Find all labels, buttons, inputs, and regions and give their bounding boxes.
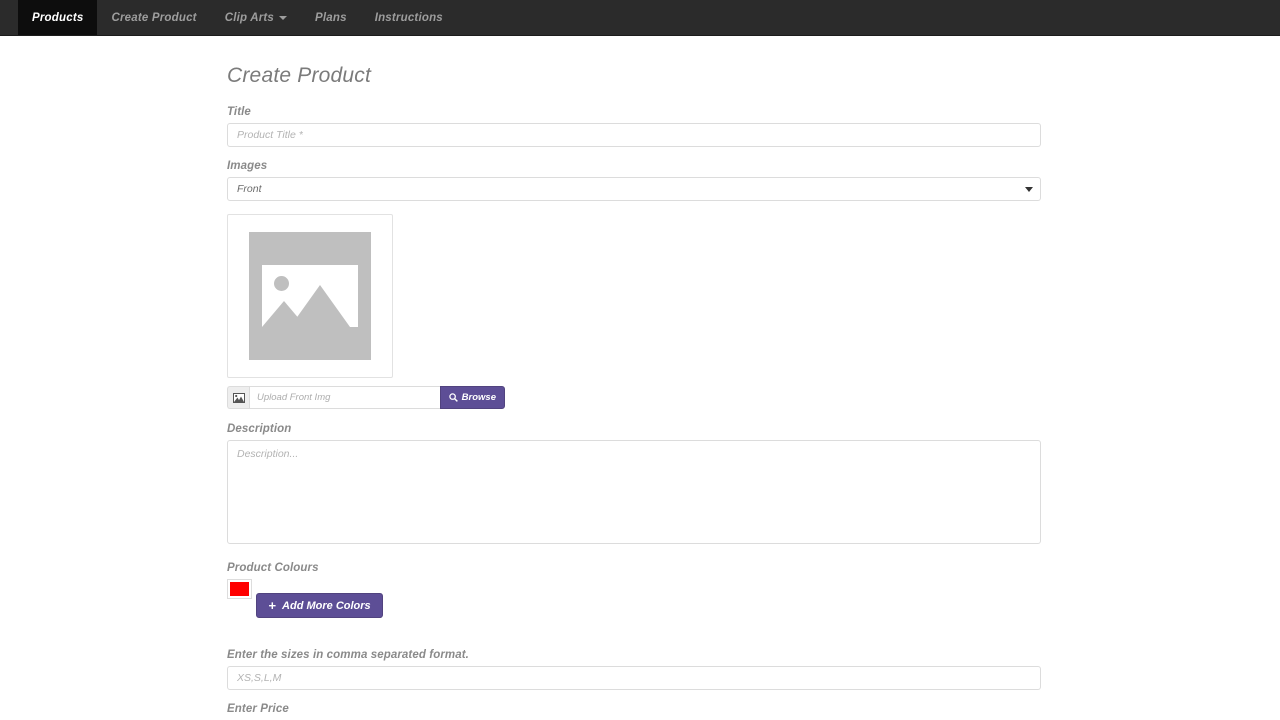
image-placeholder-inner	[262, 265, 358, 327]
main-navbar: Products Create Product Clip Arts Plans …	[0, 0, 1280, 36]
mountain-shape	[262, 283, 358, 327]
chevron-down-icon	[279, 16, 287, 20]
picture-icon-glyph	[233, 393, 245, 403]
upload-input-group: Browse	[227, 386, 505, 409]
images-select-value: Front	[237, 183, 262, 195]
picture-icon	[227, 386, 249, 409]
page-title: Create Product	[227, 64, 1041, 88]
description-textarea[interactable]	[227, 440, 1041, 544]
add-more-colors-button[interactable]: + Add More Colors	[256, 593, 382, 618]
product-colours-group: Product Colours + Add More Colors	[227, 562, 1041, 636]
browse-button[interactable]: Browse	[440, 386, 505, 409]
product-title-input[interactable]	[227, 123, 1041, 147]
product-colours-label: Product Colours	[227, 562, 1041, 574]
page-body: Create Product Title Images Front	[0, 36, 1280, 720]
images-label: Images	[227, 160, 1041, 172]
price-field-group: Enter Price	[227, 703, 1041, 720]
plus-icon: +	[268, 599, 276, 612]
price-label: Enter Price	[227, 703, 1041, 715]
upload-front-img-input[interactable]	[249, 386, 440, 409]
image-placeholder-icon	[249, 232, 371, 360]
colour-swatch[interactable]	[227, 579, 252, 599]
search-icon	[449, 393, 458, 402]
nav-label-products: Products	[32, 12, 83, 24]
nav-item-instructions[interactable]: Instructions	[361, 0, 457, 35]
nav-label-create-product: Create Product	[111, 12, 196, 24]
sizes-field-group: Enter the sizes in comma separated forma…	[227, 649, 1041, 690]
nav-label-instructions: Instructions	[375, 12, 443, 24]
sizes-input[interactable]	[227, 666, 1041, 690]
nav-item-clip-arts[interactable]: Clip Arts	[211, 0, 301, 35]
image-preview-box	[227, 214, 393, 378]
colour-swatch-fill	[230, 582, 249, 596]
nav-item-products[interactable]: Products	[18, 0, 97, 35]
nav-item-create-product[interactable]: Create Product	[97, 0, 210, 35]
sizes-label: Enter the sizes in comma separated forma…	[227, 649, 1041, 661]
images-field-group: Images Front	[227, 160, 1041, 201]
title-label: Title	[227, 106, 1041, 118]
description-label: Description	[227, 423, 1041, 435]
description-field-group: Description	[227, 423, 1041, 549]
browse-button-label: Browse	[462, 392, 496, 403]
nav-label-plans: Plans	[315, 12, 347, 24]
title-field-group: Title	[227, 106, 1041, 147]
chevron-down-icon	[1025, 187, 1033, 192]
create-product-form: Create Product Title Images Front	[227, 64, 1041, 720]
add-more-colors-label: Add More Colors	[282, 600, 371, 612]
nav-label-clip-arts: Clip Arts	[225, 12, 274, 24]
nav-item-plans[interactable]: Plans	[301, 0, 361, 35]
images-select-wrapper: Front	[227, 177, 1041, 201]
images-select[interactable]: Front	[227, 177, 1041, 201]
